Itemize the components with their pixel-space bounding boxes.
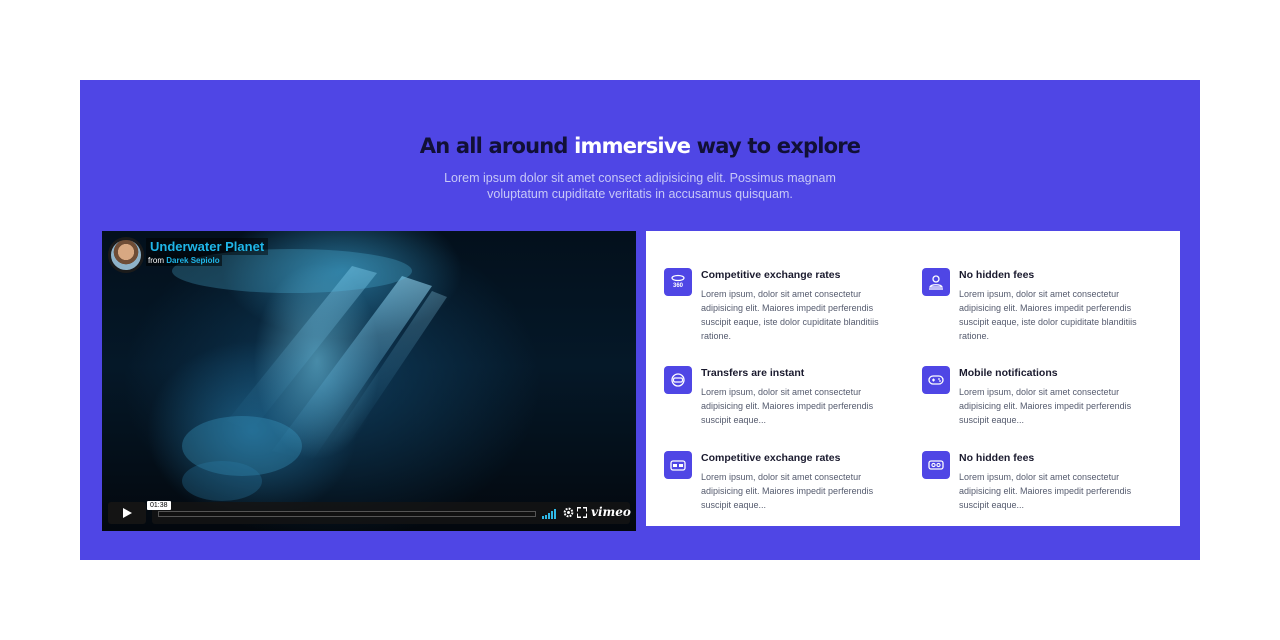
video-player[interactable]: Underwater Planet from Darek Sepiolo vim… [102,231,636,531]
video-time-badge: 01:38 [147,501,171,510]
feature-title: No hidden fees [959,452,1035,464]
person-vr-icon [922,268,950,296]
video-controls: vimeo [152,502,631,524]
feature-title: Competitive exchange rates [701,269,841,281]
feature-item: 360 Competitive exchange rates Lorem ips… [664,268,904,348]
video-byline: from Darek Sepiolo [146,255,222,266]
author-avatar[interactable] [108,237,144,273]
video-title[interactable]: Underwater Planet [146,238,269,255]
volume-icon[interactable] [542,507,558,519]
gamepad-icon [922,366,950,394]
section-subtitle: Lorem ipsum dolor sit amet consect adipi… [444,171,836,201]
play-icon [123,508,132,518]
vr-glasses-icon [664,451,692,479]
feature-item: Competitive exchange rates Lorem ipsum, … [664,451,904,521]
feature-title: Mobile notifications [959,367,1058,379]
feature-text: Lorem ipsum, dolor sit amet consectetur … [701,472,874,510]
fullscreen-icon[interactable] [577,507,587,518]
video-progress-bar[interactable] [158,511,536,517]
feature-item: Transfers are instant Lorem ipsum, dolor… [664,366,904,436]
feature-text: Lorem ipsum, dolor sit amet consectetur … [701,289,879,341]
feature-title: Transfers are instant [701,367,805,379]
settings-icon[interactable] [563,507,574,518]
video-author-link[interactable]: Darek Sepiolo [166,256,219,265]
feature-title: No hidden fees [959,269,1035,281]
section-heading: An all around immersive way to explore [419,134,861,158]
feature-item: Mobile notifications Lorem ipsum, dolor … [922,366,1162,436]
heading-highlight: immersive [574,134,691,158]
svg-text:360: 360 [673,283,684,289]
feature-text: Lorem ipsum, dolor sit amet consectetur … [959,289,1137,341]
vr-360-icon: 360 [664,268,692,296]
feature-item: No hidden fees Lorem ipsum, dolor sit am… [922,451,1162,521]
feature-text: Lorem ipsum, dolor sit amet consectetur … [701,387,874,425]
light-rays-decoration [172,249,447,501]
feature-text: Lorem ipsum, dolor sit amet consectetur … [959,387,1132,425]
feature-item: No hidden fees Lorem ipsum, dolor sit am… [922,268,1162,348]
features-panel: 360 Competitive exchange rates Lorem ips… [646,231,1180,526]
feature-section: An all around immersive way to explore L… [80,80,1200,560]
feature-title: Competitive exchange rates [701,452,841,464]
vr-headset-face-icon [664,366,692,394]
vr-headset-icon [922,451,950,479]
vimeo-logo[interactable]: vimeo [591,505,631,519]
feature-text: Lorem ipsum, dolor sit amet consectetur … [959,472,1132,510]
play-button[interactable] [108,502,146,524]
